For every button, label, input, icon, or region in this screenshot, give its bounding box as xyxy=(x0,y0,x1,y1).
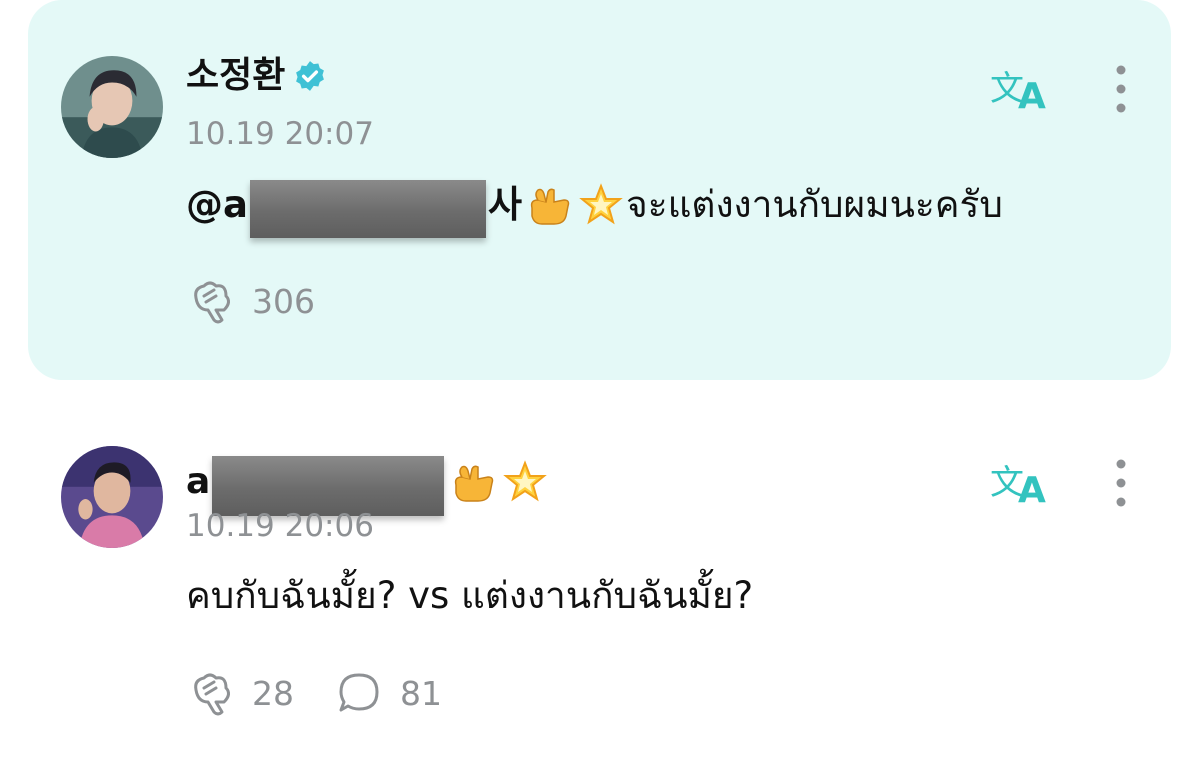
more-vertical-icon xyxy=(1116,65,1126,113)
reply-post[interactable]: a 10.19 20:06 คบกับฉันมั้ย? vs แต่งงานกั… xyxy=(28,410,1171,780)
redacted-block xyxy=(249,180,486,238)
avatar-image xyxy=(61,446,163,548)
call-me-hand-emoji xyxy=(524,180,574,230)
comment-icon xyxy=(339,673,379,712)
glowing-star-emoji xyxy=(576,180,626,230)
more-options-button[interactable] xyxy=(1108,62,1134,116)
post-body: คบกับฉันมั้ย? vs แต่งงานกับฉันมั้ย? xyxy=(186,572,753,620)
highlighted-post[interactable]: 소정환 10.19 20:07 @a 사 จะแต่งงานกับผมนะครั… xyxy=(28,0,1171,380)
post-timestamp: 10.19 20:06 xyxy=(186,508,374,544)
avatar-image xyxy=(61,56,163,158)
translate-icon: 文 A xyxy=(990,69,1046,117)
mention-prefix[interactable]: @a xyxy=(186,181,248,229)
avatar[interactable] xyxy=(61,446,163,548)
svg-text:A: A xyxy=(1018,470,1046,508)
more-options-button[interactable] xyxy=(1108,456,1134,510)
author-label: a xyxy=(186,461,211,502)
author-name[interactable]: a xyxy=(186,452,550,516)
more-vertical-icon xyxy=(1116,459,1126,507)
call-me-hand-emoji xyxy=(448,457,498,507)
like-icon xyxy=(194,281,231,324)
author-label: 소정환 xyxy=(186,55,286,96)
translate-button[interactable]: 文 A xyxy=(990,456,1056,511)
post-actions: 306 xyxy=(186,276,355,326)
verified-badge-icon xyxy=(296,61,325,91)
post-timestamp: 10.19 20:07 xyxy=(186,116,374,152)
post-body: @a 사 จะแต่งงานกับผมนะครับ xyxy=(186,176,1003,238)
like-button[interactable]: 28 xyxy=(186,668,294,718)
comment-button[interactable]: 81 xyxy=(334,668,442,718)
like-button[interactable]: 306 xyxy=(186,276,315,326)
translate-button[interactable]: 文 A xyxy=(990,62,1056,117)
author-name[interactable]: 소정환 xyxy=(186,54,327,98)
comment-count: 81 xyxy=(400,673,442,713)
feed: 소정환 10.19 20:07 @a 사 จะแต่งงานกับผมนะครั… xyxy=(0,0,1200,780)
post-text: คบกับฉันมั้ย? vs แต่งงานกับฉันมั้ย? xyxy=(186,574,754,617)
translate-icon: 文 A xyxy=(990,463,1046,511)
post-text: จะแต่งงานกับผมนะครับ xyxy=(626,183,1003,226)
post-actions: 28 81 xyxy=(186,668,482,718)
avatar[interactable] xyxy=(61,56,163,158)
svg-text:A: A xyxy=(1018,76,1046,114)
like-count: 306 xyxy=(252,281,315,321)
mention-suffix[interactable]: 사 xyxy=(488,181,522,229)
glowing-star-emoji xyxy=(500,457,550,507)
like-icon xyxy=(194,673,231,716)
like-count: 28 xyxy=(252,673,294,713)
